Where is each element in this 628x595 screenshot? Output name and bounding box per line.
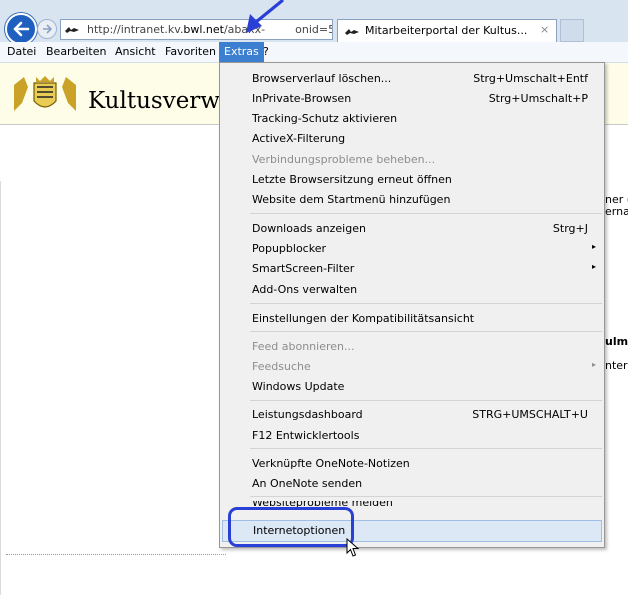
menu-item-activex-filterung[interactable]: ActiveX-Filterung xyxy=(220,129,604,149)
menu-item-smartscreen-filter[interactable]: SmartScreen-Filter ▸ xyxy=(220,259,604,279)
mouse-cursor-icon xyxy=(346,538,360,557)
arrow-left-icon xyxy=(13,21,30,37)
menu-item-leistungsdashboard[interactable]: Leistungsdashboard STRG+UMSCHALT+U xyxy=(220,405,604,425)
menu-item-verbindungsprobleme: Verbindungsprobleme beheben... xyxy=(252,153,436,166)
menu-item-feedsuche: Feedsuche ▸ xyxy=(252,360,597,373)
menu-item-popupblocker[interactable]: Popupblocker ▸ xyxy=(220,239,604,259)
coat-of-arms-logo xyxy=(14,76,76,111)
new-tab-button[interactable] xyxy=(560,19,584,42)
menu-item-browserverlauf-loeschen[interactable]: Browserverlauf löschen... Strg+Umschalt+… xyxy=(220,69,604,89)
menu-item-an-onenote-senden[interactable]: An OneNote senden xyxy=(220,474,604,494)
menu-help[interactable]: ? xyxy=(258,42,274,62)
menu-separator xyxy=(250,303,602,304)
tab-favicon-icon xyxy=(345,29,359,35)
submenu-arrow-icon: ▸ xyxy=(592,242,597,251)
menu-ansicht[interactable]: Ansicht xyxy=(110,42,161,62)
divider xyxy=(6,554,226,555)
menu-separator xyxy=(250,496,602,497)
menu-item-letzte-browsersitzung[interactable]: Letzte Browsersitzung erneut öffnen xyxy=(220,170,604,190)
menu-item-windows-update[interactable]: Windows Update xyxy=(220,377,604,397)
tab-close-icon[interactable]: × xyxy=(540,23,549,36)
menu-item-feed-abonnieren: Feed abonnieren... xyxy=(252,340,355,353)
annotation-arrow-icon xyxy=(246,0,285,33)
menu-item-website-startmenue[interactable]: Website dem Startmenü hinzufügen xyxy=(220,190,604,210)
address-url: http://intranet.kv.bwl.net/abaxx-onid=5F xyxy=(87,23,332,36)
menu-item-inprivate-browsen[interactable]: InPrivate-Browsen Strg+Umschalt+P xyxy=(220,89,604,109)
annotation-highlight-box xyxy=(228,507,354,547)
menu-separator xyxy=(250,331,602,332)
browser-titlebar: http://intranet.kv.bwl.net/abaxx-onid=5F… xyxy=(0,0,628,45)
menu-item-f12-entwicklertools[interactable]: F12 Entwicklertools xyxy=(220,426,604,446)
menu-separator xyxy=(250,400,602,401)
submenu-arrow-icon: ▸ xyxy=(592,262,597,271)
tab-title: Mitarbeiterportal der Kultus... xyxy=(365,24,528,37)
submenu-arrow-icon: ▸ xyxy=(592,360,597,369)
side-text-fragment: nter xyxy=(605,359,628,372)
menu-bar: Datei Bearbeiten Ansicht Favoriten Extra… xyxy=(0,42,628,63)
address-bar[interactable]: http://intranet.kv.bwl.net/abaxx-onid=5F… xyxy=(60,19,333,40)
back-button[interactable] xyxy=(5,13,37,45)
menu-bearbeiten[interactable]: Bearbeiten xyxy=(41,42,111,62)
menu-item-tracking-schutz[interactable]: Tracking-Schutz aktivieren xyxy=(220,109,604,129)
menu-item-downloads-anzeigen[interactable]: Downloads anzeigen Strg+J xyxy=(220,219,604,239)
side-text-fragment: ulma xyxy=(605,335,628,348)
forward-button[interactable] xyxy=(37,19,57,39)
arrow-right-icon xyxy=(43,24,53,34)
menu-datei[interactable]: Datei xyxy=(2,42,41,62)
menu-separator xyxy=(250,213,602,214)
menu-item-onenote-notizen[interactable]: Verknüpfte OneNote-Notizen xyxy=(220,454,604,474)
site-favicon-icon xyxy=(65,27,79,33)
side-text-fragment: erna xyxy=(605,205,628,218)
menu-favoriten[interactable]: Favoriten xyxy=(160,42,221,62)
menu-separator xyxy=(250,448,602,449)
extras-dropdown-menu: Browserverlauf löschen... Strg+Umschalt+… xyxy=(219,62,605,548)
menu-item-add-ons-verwalten[interactable]: Add-Ons verwalten xyxy=(220,280,604,300)
browser-tab[interactable]: Mitarbeiterportal der Kultus... × xyxy=(337,19,557,42)
menu-item-kompatibilitaetsansicht[interactable]: Einstellungen der Kompatibilitätsansicht xyxy=(220,309,604,329)
